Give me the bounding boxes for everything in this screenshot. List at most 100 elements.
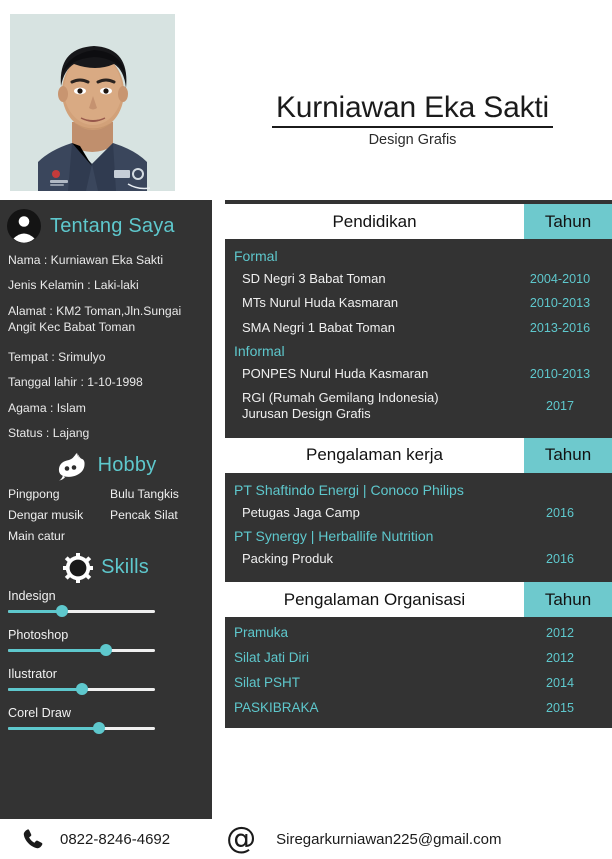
skill-knob[interactable] bbox=[75, 683, 88, 696]
footer-phone: 0822-8246-4692 bbox=[22, 828, 170, 850]
skill-knob[interactable] bbox=[93, 722, 106, 735]
table-row: PONPES Nurul Huda Kasmaran 2010-2013 bbox=[225, 362, 612, 386]
hobby-item-empty bbox=[110, 529, 204, 543]
skill-label-photoshop: Photoshop bbox=[8, 627, 69, 642]
row-year: 2017 bbox=[545, 399, 575, 414]
row-year: 2010-2013 bbox=[529, 296, 591, 311]
table-row: Silat Jati Diri 2012 bbox=[225, 646, 612, 671]
skill-fill bbox=[8, 609, 63, 613]
skill-knob[interactable] bbox=[56, 605, 69, 618]
table-row: Silat PSHT 2014 bbox=[225, 671, 612, 696]
main-content: Pendidikan Tahun Formal SD Negri 3 Babat… bbox=[225, 200, 612, 819]
header: Kurniawan Eka Sakti Design Grafis bbox=[0, 0, 612, 196]
row-label: PASKIBRAKA bbox=[234, 699, 319, 715]
row-label: Silat Jati Diri bbox=[234, 649, 310, 665]
subsection-employer: PT Shaftindo Energi | Conoco Philips bbox=[234, 481, 464, 498]
table-row: RGI (Rumah Gemilang Indonesia) Jurusan D… bbox=[225, 386, 612, 427]
about-row-status: Status : Lajang bbox=[8, 426, 90, 441]
hobby-item: Bulu Tangkis bbox=[110, 486, 179, 501]
section-body-pengalaman-kerja: PT Shaftindo Energi | Conoco Philips Pet… bbox=[225, 472, 612, 578]
person-role: Design Grafis bbox=[368, 131, 457, 148]
footer-email: @ Siregarkurniawan225@gmail.com bbox=[226, 824, 501, 854]
about-row-nama: Nama : Kurniawan Eka Sakti bbox=[8, 253, 164, 267]
section-title: Pendidikan bbox=[225, 204, 524, 239]
hobby-item: Main catur bbox=[8, 528, 65, 543]
table-row: Pramuka 2012 bbox=[225, 621, 612, 646]
section-year-header: Tahun bbox=[524, 204, 612, 239]
row-year: 2015 bbox=[545, 701, 575, 716]
hobby-mask-icon bbox=[58, 452, 85, 481]
table-row: Packing Produk 2016 bbox=[225, 547, 612, 571]
row-year: 2016 bbox=[545, 551, 575, 566]
skills-section-header: Skills bbox=[0, 552, 212, 583]
skills-list: Indesign Photoshop Ilustrator Corel Draw bbox=[0, 588, 212, 735]
user-avatar-icon bbox=[7, 209, 41, 243]
hobby-item: Pencak Silat bbox=[110, 507, 178, 522]
skill-slider-indesign[interactable] bbox=[8, 605, 155, 618]
footer: 0822-8246-4692 @ Siregarkurniawan225@gma… bbox=[0, 819, 612, 859]
subsection-informal: Informal bbox=[234, 342, 285, 359]
footer-email-text: Siregarkurniawan225@gmail.com bbox=[276, 830, 502, 848]
hobby-section-title: Hobby bbox=[97, 454, 157, 477]
about-row-tanggal-lahir: Tanggal lahir : 1-10-1998 bbox=[8, 375, 143, 390]
row-label: RGI (Rumah Gemilang Indonesia) Jurusan D… bbox=[242, 390, 439, 422]
section-body-pengalaman-organisasi: Pramuka 2012 Silat Jati Diri 2012 Silat … bbox=[225, 617, 612, 728]
row-label: Silat PSHT bbox=[234, 674, 301, 690]
hobby-section-header: Hobby bbox=[0, 451, 212, 481]
about-section-title: Tentang Saya bbox=[50, 214, 175, 237]
person-name: Kurniawan Eka Sakti bbox=[271, 92, 553, 128]
table-row: SMA Negri 1 Babat Toman 2013-2016 bbox=[225, 316, 612, 340]
row-label: PONPES Nurul Huda Kasmaran bbox=[242, 365, 429, 381]
hobby-item: Dengar musik bbox=[8, 507, 84, 522]
section-header-pengalaman-organisasi: Pengalaman Organisasi Tahun bbox=[225, 582, 612, 617]
about-row-jenis-kelamin: Jenis Kelamin : Laki-laki bbox=[8, 278, 139, 293]
phone-icon bbox=[23, 829, 43, 849]
row-label: Pramuka bbox=[234, 625, 289, 640]
skill-fill bbox=[8, 687, 82, 691]
skill-label-indesign: Indesign bbox=[8, 588, 56, 603]
skill-fill bbox=[8, 726, 100, 730]
skills-section-title: Skills bbox=[101, 556, 149, 579]
row-year: 2016 bbox=[545, 505, 575, 520]
section-title: Pengalaman Organisasi bbox=[225, 582, 524, 617]
sidebar: Tentang Saya Nama : Kurniawan Eka Sakti … bbox=[0, 200, 212, 819]
table-row: PASKIBRAKA 2015 bbox=[225, 696, 612, 721]
row-label: SMA Negri 1 Babat Toman bbox=[242, 319, 395, 335]
skill-knob[interactable] bbox=[100, 644, 113, 657]
section-year-header: Tahun bbox=[524, 582, 612, 617]
gear-icon bbox=[63, 552, 94, 583]
subsection-employer: PT Synergy | Herballife Nutrition bbox=[234, 527, 434, 544]
subsection-formal: Formal bbox=[234, 248, 278, 264]
table-row: MTs Nurul Huda Kasmaran 2010-2013 bbox=[225, 291, 612, 315]
skill-label-ilustrator: Ilustrator bbox=[8, 666, 57, 681]
row-year: 2010-2013 bbox=[529, 366, 591, 381]
section-header-pendidikan: Pendidikan Tahun bbox=[225, 204, 612, 239]
skill-slider-photoshop[interactable] bbox=[8, 644, 155, 657]
row-year: 2012 bbox=[545, 651, 575, 666]
about-section-header: Tentang Saya bbox=[0, 200, 212, 244]
portrait-photo-graphic bbox=[10, 14, 175, 191]
skill-slider-corel-draw[interactable] bbox=[8, 722, 155, 735]
about-row-agama: Agama : Islam bbox=[8, 400, 86, 415]
skills-section: Skills Indesign Photoshop Ilustrator Cor… bbox=[0, 552, 212, 735]
row-year: 2014 bbox=[545, 676, 575, 691]
row-label: SD Negri 3 Babat Toman bbox=[242, 271, 386, 286]
row-year: 2012 bbox=[545, 626, 575, 641]
hobby-section: Hobby Pingpong Bulu Tangkis Dengar musik… bbox=[0, 451, 212, 543]
row-label: Packing Produk bbox=[242, 550, 334, 566]
about-list: Nama : Kurniawan Eka Sakti Jenis Kelamin… bbox=[0, 252, 212, 442]
row-label: Petugas Jaga Camp bbox=[242, 504, 360, 520]
skill-slider-ilustrator[interactable] bbox=[8, 683, 155, 696]
hobby-list: Pingpong Bulu Tangkis Dengar musik Penca… bbox=[0, 487, 212, 543]
footer-phone-text: 0822-8246-4692 bbox=[60, 830, 171, 848]
about-row-tempat: Tempat : Srimulyo bbox=[8, 349, 106, 364]
at-sign-icon: @ bbox=[226, 821, 257, 856]
about-row-alamat: Alamat : KM2 Toman,Jln.Sungai Angit Kec … bbox=[8, 303, 182, 335]
table-row: Petugas Jaga Camp 2016 bbox=[225, 501, 612, 525]
table-row: SD Negri 3 Babat Toman 2004-2010 bbox=[225, 267, 612, 291]
row-label: MTs Nurul Huda Kasmaran bbox=[242, 295, 399, 311]
row-year: 2004-2010 bbox=[529, 272, 591, 287]
hobby-item: Pingpong bbox=[8, 486, 60, 501]
section-title: Pengalaman kerja bbox=[225, 437, 524, 473]
section-year-header: Tahun bbox=[524, 437, 612, 473]
